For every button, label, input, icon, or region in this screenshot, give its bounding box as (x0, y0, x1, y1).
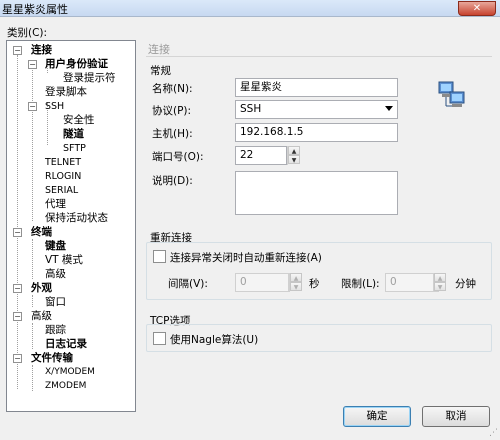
tree-item-rlogin[interactable]: RLOGIN (45, 170, 81, 183)
tree-item-auth[interactable]: 用户身份验证 (45, 58, 108, 71)
collapse-icon[interactable]: − (13, 284, 22, 293)
ok-button[interactable]: 确定 (343, 406, 411, 427)
port-stepper[interactable]: ▲ ▼ (287, 146, 300, 165)
protocol-select[interactable]: SSH (235, 100, 398, 119)
port-label: 端口号(O): (152, 151, 204, 163)
name-label: 名称(N): (152, 83, 193, 95)
tree-item-window[interactable]: 窗口 (45, 296, 66, 309)
collapse-icon[interactable]: − (13, 312, 22, 321)
limit-label: 限制(L): (341, 278, 380, 290)
spin-down-icon[interactable]: ▼ (434, 282, 446, 291)
cancel-button[interactable]: 取消 (422, 406, 490, 427)
tree-item-security[interactable]: 安全性 (63, 114, 95, 127)
name-field[interactable]: 星星紫炎 (235, 78, 398, 97)
spin-down-icon[interactable]: ▼ (290, 282, 302, 291)
limit-unit: 分钟 (455, 278, 476, 290)
tree-item-serial[interactable]: SERIAL (45, 184, 78, 197)
tree-item-advanced-terminal[interactable]: 高级 (45, 268, 66, 281)
tree-item-vt-mode[interactable]: VT 模式 (45, 254, 83, 267)
interval-label: 间隔(V): (168, 278, 208, 290)
tree-item-keyboard[interactable]: 键盘 (45, 240, 66, 253)
section-title: 连接 (146, 41, 492, 57)
tree-item-trace[interactable]: 跟踪 (45, 324, 66, 337)
limit-field[interactable]: 0 (385, 273, 439, 292)
title-bar: 星星紫炎属性 ✕ (0, 0, 500, 17)
host-label: 主机(H): (152, 128, 193, 140)
limit-stepper[interactable]: ▲ ▼ (433, 273, 446, 292)
category-label: 类别(C): (7, 27, 48, 39)
collapse-icon[interactable]: − (13, 46, 22, 55)
tree-line (32, 365, 33, 391)
tree-item-telnet[interactable]: TELNET (45, 156, 81, 169)
description-label: 说明(D): (152, 175, 193, 187)
tree-item-zmodem[interactable]: ZMODEM (45, 380, 86, 393)
auto-reconnect-checkbox[interactable] (153, 250, 166, 263)
collapse-icon[interactable]: − (28, 102, 37, 111)
general-group-label: 常规 (150, 65, 171, 77)
spin-up-icon[interactable]: ▲ (434, 273, 446, 282)
spin-up-icon[interactable]: ▲ (290, 273, 302, 282)
interval-stepper[interactable]: ▲ ▼ (289, 273, 302, 292)
dropdown-arrow-icon (385, 106, 393, 111)
protocol-label: 协议(P): (152, 105, 192, 117)
spin-up-icon[interactable]: ▲ (288, 146, 300, 155)
close-button[interactable]: ✕ (458, 1, 496, 16)
tree-line (32, 239, 33, 279)
tree-item-advanced[interactable]: 高级 (31, 310, 52, 323)
collapse-icon[interactable]: − (13, 354, 22, 363)
protocol-value: SSH (240, 103, 262, 115)
host-field[interactable]: 192.168.1.5 (235, 123, 398, 142)
resize-grip-icon[interactable]: ⋰ (489, 428, 498, 438)
auto-reconnect-label: 连接异常关闭时自动重新连接(A) (170, 252, 322, 264)
tree-item-file-transfer[interactable]: 文件传输 (31, 352, 73, 365)
port-field[interactable]: 22 (235, 146, 287, 165)
interval-unit: 秒 (309, 278, 320, 290)
tree-line (32, 61, 33, 221)
tree-item-proxy[interactable]: 代理 (45, 198, 66, 211)
tree-item-appearance[interactable]: 外观 (31, 282, 52, 295)
spin-down-icon[interactable]: ▼ (288, 155, 300, 164)
tree-item-connection[interactable]: 连接 (31, 44, 52, 57)
window-title: 星星紫炎属性 (2, 3, 68, 16)
interval-field[interactable]: 0 (235, 273, 289, 292)
tree-item-ssh[interactable]: SSH (45, 100, 64, 113)
category-tree[interactable]: − 连接 − 用户身份验证 登录提示符 登录脚本 − SSH 安全性 隧道 SF… (6, 40, 136, 412)
tree-item-terminal[interactable]: 终端 (31, 226, 52, 239)
tree-line (17, 55, 18, 389)
nagle-label: 使用Nagle算法(U) (170, 334, 259, 346)
nagle-checkbox[interactable] (153, 332, 166, 345)
collapse-icon[interactable]: − (13, 228, 22, 237)
network-computers-icon (438, 81, 465, 107)
tree-line (32, 295, 33, 307)
tree-item-keepalive[interactable]: 保持活动状态 (45, 212, 108, 225)
tree-item-sftp[interactable]: SFTP (63, 142, 86, 155)
tree-line (32, 323, 33, 349)
tree-item-tunnel[interactable]: 隧道 (63, 128, 84, 141)
collapse-icon[interactable]: − (28, 60, 37, 69)
tree-item-login-prompt[interactable]: 登录提示符 (63, 72, 116, 85)
tree-item-xymodem[interactable]: X/YMODEM (45, 366, 95, 379)
description-field[interactable] (235, 171, 398, 215)
tree-item-logging[interactable]: 日志记录 (45, 338, 87, 351)
tree-item-login-script[interactable]: 登录脚本 (45, 86, 87, 99)
